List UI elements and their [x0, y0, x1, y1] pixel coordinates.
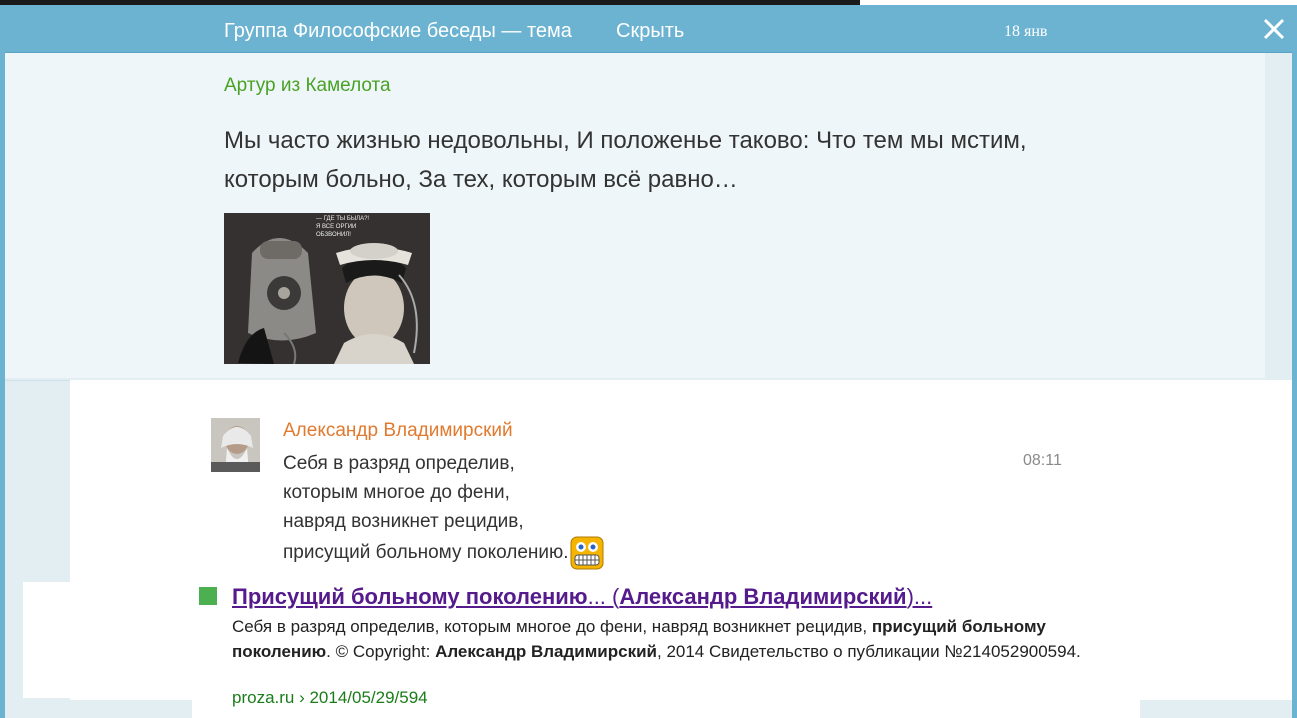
post-author[interactable]: Артур из Камелота: [224, 75, 391, 97]
comment-line: Себя в разряд определив,: [283, 453, 515, 474]
comment-author[interactable]: Александр Владимирский: [283, 420, 513, 442]
hide-button[interactable]: Скрыть: [616, 20, 684, 43]
comment-line: навряд возникнет рецидив,: [283, 511, 524, 532]
result-title-part: ... (: [587, 584, 620, 609]
topic-date: 18 янв: [1004, 23, 1048, 40]
snippet-text: . © Copyright:: [326, 642, 436, 661]
vintage-telephone-photo: — ГДЕ ТЫ БЫЛА?! Я ВСЕ ОРГИИ ОБЗВОНИЛ!: [224, 213, 430, 364]
close-icon[interactable]: [1261, 16, 1287, 42]
grin-emoji-icon: [570, 536, 604, 570]
search-result-url[interactable]: proza.ru › 2014/05/29/594: [232, 688, 428, 708]
comment-line-last: присущий больному поколению.: [283, 536, 604, 570]
comment-line: присущий больному поколению.: [283, 542, 569, 564]
result-title-part: Александр Владимирский: [619, 584, 907, 609]
post-text: Мы часто жизнью недовольны, И положенье …: [224, 127, 1027, 193]
topic-post: Артур из Камелота Мы часто жизнью недово…: [5, 53, 1265, 378]
result-marker-icon: [199, 587, 217, 605]
result-title-part: )...: [906, 584, 933, 609]
user-photo-icon: [211, 418, 260, 472]
avatar[interactable]: [211, 418, 260, 472]
search-result-link[interactable]: Присущий больному поколению... (Александ…: [232, 584, 932, 610]
topic-header: Группа Философские беседы — тема Скрыть …: [5, 5, 1292, 53]
result-title-part: Присущий больному поколению: [232, 584, 588, 609]
comment-text: Себя в разряд определив, которым многое …: [283, 449, 604, 570]
divider: [5, 380, 70, 381]
comment-line: которым многое до фени,: [283, 482, 510, 503]
snippet-text: , 2014 Свидетельство о публикации №21405…: [657, 642, 1081, 661]
search-result-snippet: Себя в разряд определив, которым многое …: [232, 614, 1142, 664]
post-image[interactable]: — ГДЕ ТЫ БЫЛА?! Я ВСЕ ОРГИИ ОБЗВОНИЛ!: [224, 213, 430, 364]
snippet-text: Себя в разряд определив, которым многое …: [232, 617, 872, 636]
topic-title[interactable]: Группа Философские беседы — тема: [224, 20, 572, 43]
comment-time: 08:11: [1023, 452, 1062, 469]
frame-right: [1292, 5, 1297, 718]
snippet-highlight: Александр Владимирский: [435, 642, 657, 661]
